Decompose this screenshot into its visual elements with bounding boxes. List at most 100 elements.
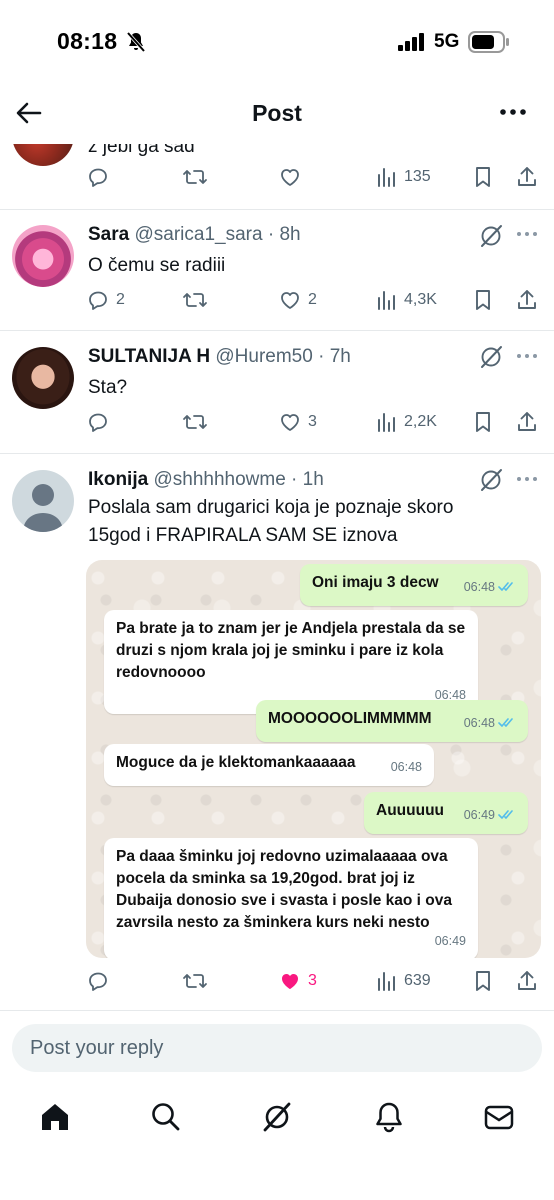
search-icon[interactable] <box>149 1100 183 1134</box>
post-text: O čemu se radiii <box>88 255 226 276</box>
retweet-icon <box>183 974 207 988</box>
grok-icon[interactable] <box>478 223 506 251</box>
views-count: 135 <box>404 168 431 185</box>
views-icon <box>378 168 395 187</box>
retweet-button[interactable] <box>182 407 208 437</box>
retweet-button[interactable] <box>182 162 208 192</box>
post-header-line: SULTANIJA H @Hurem50 · 7h <box>88 346 351 367</box>
share-button[interactable] <box>516 162 538 192</box>
divider <box>0 1010 554 1011</box>
more-options-icon[interactable] <box>514 226 540 246</box>
post-actions: 2 2 4,3K <box>86 285 546 315</box>
like-button[interactable] <box>278 162 302 192</box>
more-options-icon[interactable] <box>498 102 528 122</box>
heart-icon <box>281 414 299 431</box>
heart-icon <box>281 169 299 186</box>
retweet-icon <box>183 415 207 429</box>
post-header: Post <box>0 84 554 144</box>
share-icon <box>518 167 536 186</box>
user-handle[interactable]: @shhhhhowme <box>153 469 285 490</box>
views-button[interactable]: 4,3K <box>376 285 437 315</box>
bookmark-icon <box>476 290 490 310</box>
display-name[interactable]: Sara <box>88 224 129 245</box>
grok-icon[interactable] <box>478 467 506 495</box>
avatar[interactable] <box>12 144 74 166</box>
message-text: Pa daaa šminku joj redovno uzimalaaaaa o… <box>116 848 452 931</box>
default-avatar-icon <box>23 484 63 532</box>
display-name[interactable]: SULTANIJA H <box>88 346 210 367</box>
bookmark-button[interactable] <box>472 162 494 192</box>
retweet-button[interactable] <box>182 285 208 315</box>
heart-filled-icon <box>282 974 298 989</box>
bottom-nav <box>0 1086 554 1156</box>
messages-icon[interactable] <box>482 1100 516 1134</box>
reply-icon <box>89 168 107 187</box>
bookmark-button[interactable] <box>472 285 494 315</box>
avatar[interactable] <box>12 347 74 409</box>
share-button[interactable] <box>516 966 538 996</box>
message-text: Moguce da je klektomankaaaaaa <box>116 754 356 771</box>
message-time: 06:48 <box>390 760 422 774</box>
reply-button[interactable] <box>86 407 110 437</box>
bookmark-button[interactable] <box>472 966 494 996</box>
message-text: Pa brate ja to znam jer je Andjela prest… <box>116 620 466 681</box>
views-icon <box>378 413 395 432</box>
post-time: 1h <box>302 469 324 490</box>
home-icon[interactable] <box>38 1100 72 1134</box>
views-count: 2,2K <box>404 413 437 430</box>
share-button[interactable] <box>516 407 538 437</box>
post-text: Poslala sam drugarici koja je poznaje sk… <box>88 497 454 546</box>
views-button[interactable]: 135 <box>376 162 431 192</box>
message-text: Auuuuuu <box>376 802 445 819</box>
message-time: 06:49 <box>434 934 466 948</box>
reply-count: 2 <box>116 291 125 308</box>
chat-message-out: MOOOOOOLIMMMMM 06:48 <box>256 700 528 742</box>
reply-button[interactable]: 2 <box>86 285 125 315</box>
avatar[interactable] <box>12 470 74 532</box>
chat-message-in: Pa daaa šminku joj redovno uzimalaaaaa o… <box>104 838 478 958</box>
post-header-line: Sara @sarica1_sara · 8h <box>88 224 301 245</box>
signal-icon <box>398 33 426 56</box>
bookmark-button[interactable] <box>472 407 494 437</box>
grok-icon[interactable] <box>260 1100 294 1134</box>
chat-message-out: Oni imaju 3 decw 06:48 <box>300 564 528 606</box>
double-check-icon <box>498 582 513 592</box>
like-button[interactable]: 3 <box>278 407 317 437</box>
attached-image[interactable]: Oni imaju 3 decw 06:48 Pa brate ja to zn… <box>86 560 541 958</box>
reply-input[interactable]: Post your reply <box>12 1024 542 1072</box>
heart-icon <box>281 292 299 309</box>
views-button[interactable]: 2,2K <box>376 407 437 437</box>
grok-icon[interactable] <box>478 344 506 372</box>
like-count: 3 <box>308 972 317 989</box>
views-count: 4,3K <box>404 291 437 308</box>
battery-icon <box>468 31 510 58</box>
chat-message-out: Auuuuuu 06:49 <box>364 792 528 834</box>
retweet-icon <box>183 293 207 307</box>
more-options-icon[interactable] <box>514 348 540 368</box>
views-button[interactable]: 639 <box>376 966 431 996</box>
page-title: Post <box>252 100 302 126</box>
reply-icon <box>89 413 107 432</box>
user-handle[interactable]: @sarica1_sara <box>134 224 262 245</box>
notifications-icon[interactable] <box>372 1100 406 1134</box>
chat-message-in: Moguce da je klektomankaaaaaa 06:48 <box>104 744 434 786</box>
user-handle[interactable]: @Hurem50 <box>215 346 312 367</box>
status-time: 08:18 <box>57 28 118 54</box>
more-options-icon[interactable] <box>514 471 540 491</box>
double-check-icon <box>498 810 513 820</box>
network-type: 5G <box>434 31 460 52</box>
reply-button[interactable] <box>86 966 110 996</box>
retweet-button[interactable] <box>182 966 208 996</box>
reply-button[interactable] <box>86 162 110 192</box>
display-name[interactable]: Ikonija <box>88 469 148 490</box>
bookmark-icon <box>476 412 490 432</box>
reply-placeholder: Post your reply <box>30 1037 164 1059</box>
share-button[interactable] <box>516 285 538 315</box>
share-icon <box>518 971 536 990</box>
post-header-line: Ikonija @shhhhhowme · 1h <box>88 469 324 490</box>
like-button[interactable]: 3 <box>278 966 317 996</box>
post-time: 7h <box>329 346 351 367</box>
avatar[interactable] <box>12 225 74 287</box>
like-button[interactable]: 2 <box>278 285 317 315</box>
like-count: 2 <box>308 291 317 308</box>
